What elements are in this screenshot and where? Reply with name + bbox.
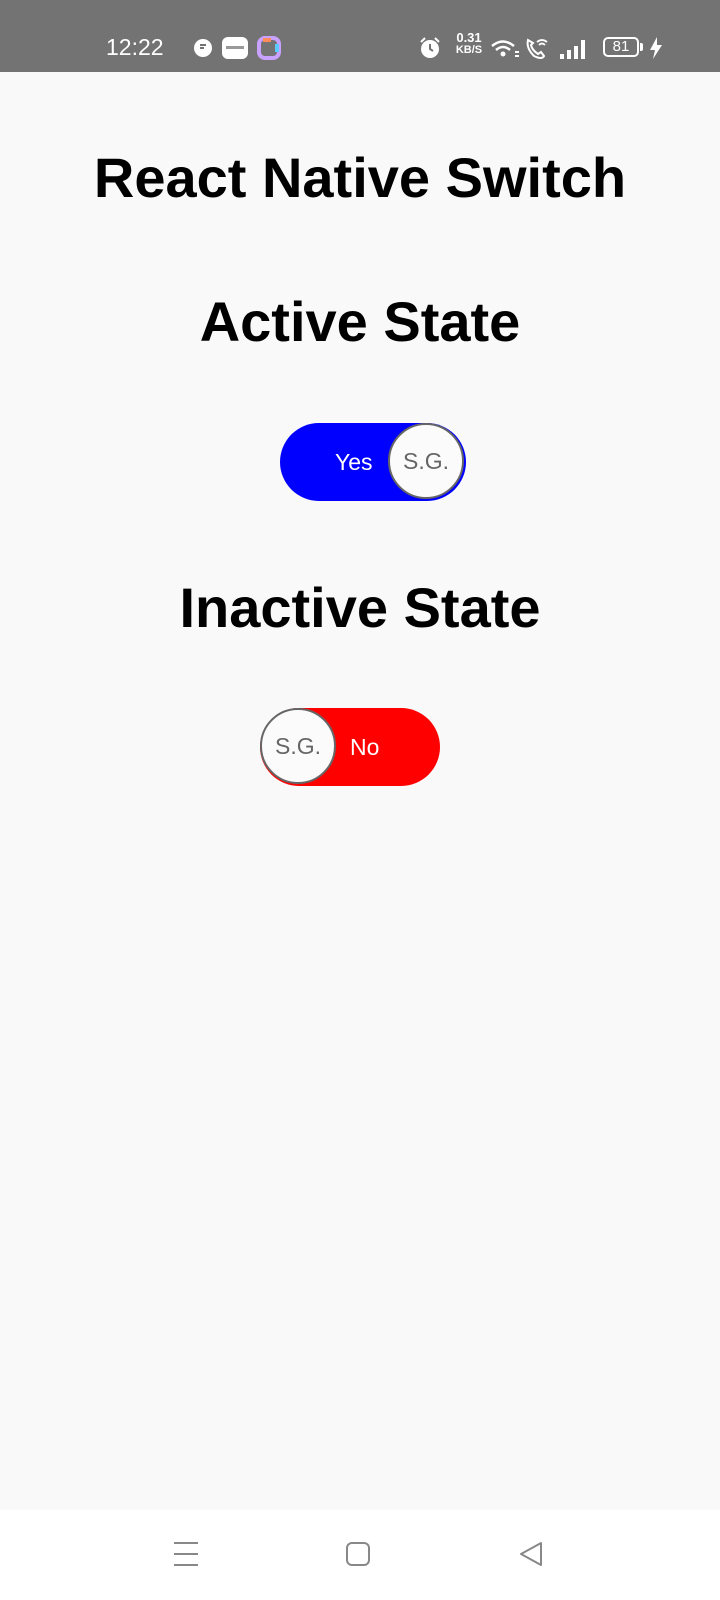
inactive-switch-label: No (350, 734, 380, 760)
navigation-bar (0, 1510, 720, 1600)
status-bar: 12:22 0.31 KB/S 81 (0, 0, 720, 72)
status-time: 12:22 (106, 34, 164, 60)
home-icon[interactable] (345, 1540, 371, 1568)
page-title: React Native Switch (93, 146, 627, 209)
wifi-call-icon (526, 38, 548, 59)
menu-icon[interactable] (173, 1540, 199, 1568)
chat-notification-icon (194, 39, 212, 57)
alarm-icon (420, 37, 440, 58)
inactive-switch[interactable]: S.G. No (260, 708, 440, 786)
network-speed-value: 0.31 (456, 30, 482, 45)
signal-icon (560, 40, 585, 59)
charging-icon (650, 37, 662, 59)
app-icon (257, 36, 281, 60)
active-switch[interactable]: Yes S.G. (280, 423, 466, 501)
active-switch-knob[interactable]: S.G. (388, 423, 464, 499)
inactive-state-heading: Inactive State (179, 576, 541, 639)
app-badge-icon (222, 37, 248, 59)
back-icon[interactable] (518, 1540, 544, 1568)
battery-tip (640, 43, 643, 51)
active-state-heading: Active State (199, 290, 521, 353)
active-switch-label: Yes (335, 449, 373, 475)
network-speed: 0.31 KB/S (449, 30, 489, 56)
inactive-switch-knob[interactable]: S.G. (260, 708, 336, 784)
battery-icon: 81 (603, 37, 639, 57)
wifi-icon (491, 40, 519, 57)
network-speed-unit: KB/S (455, 44, 483, 56)
